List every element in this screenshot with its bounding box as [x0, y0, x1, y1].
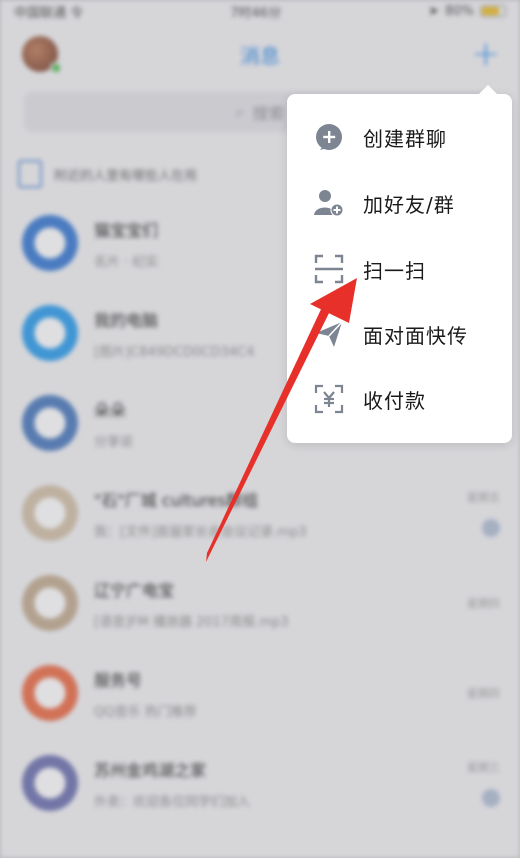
- menu-item-label: 扫一扫: [363, 258, 426, 283]
- scan-icon: [313, 253, 345, 285]
- menu-pointer: [478, 85, 498, 95]
- menu-item-create-group[interactable]: 创建群聊: [287, 104, 512, 170]
- menu-item-label: 面对面快传: [363, 323, 468, 348]
- send-icon: [313, 318, 345, 350]
- menu-item-add-friend[interactable]: 加好友/群: [287, 170, 512, 236]
- plus-popup-menu: 创建群聊 加好友/群 扫一扫 面对面快传 收付款: [287, 85, 512, 443]
- menu-item-scan[interactable]: 扫一扫: [287, 236, 512, 302]
- menu-item-label: 加好友/群: [363, 192, 455, 217]
- add-friend-icon: [313, 187, 345, 219]
- menu-item-payment[interactable]: 收付款: [287, 366, 512, 432]
- menu-item-label: 收付款: [363, 388, 426, 413]
- add-group-icon: [313, 121, 345, 153]
- menu-item-label: 创建群聊: [363, 126, 447, 151]
- menu-item-face-to-face[interactable]: 面对面快传: [287, 301, 512, 367]
- payment-icon: [313, 383, 345, 415]
